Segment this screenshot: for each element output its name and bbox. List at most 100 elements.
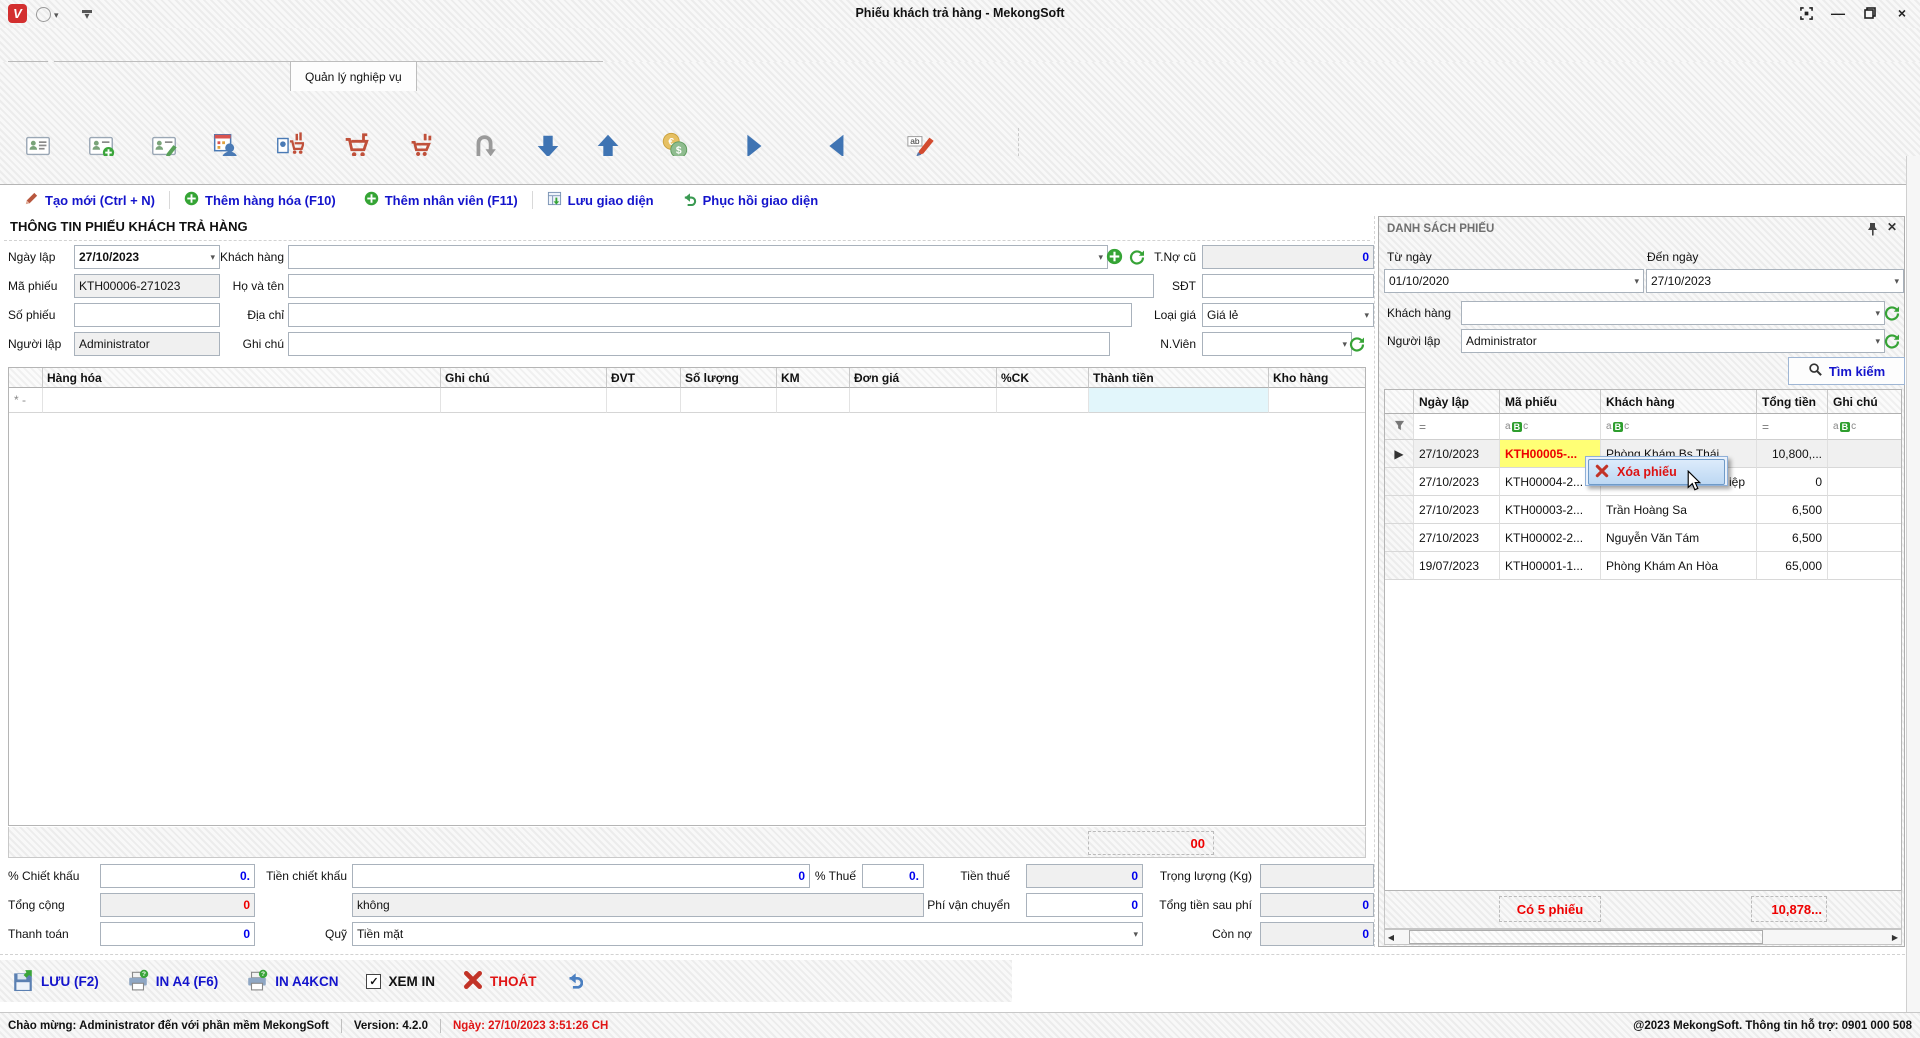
save-layout-button[interactable]: Lưu giao diện <box>533 191 668 209</box>
close-icon[interactable]: × <box>1894 5 1910 21</box>
col-hang-hoa[interactable]: Hàng hóa <box>43 368 441 388</box>
panel-khach-hang-combo[interactable]: ▾ <box>1461 301 1885 325</box>
cell-total[interactable]: 10,800,... <box>1757 440 1828 468</box>
pct-thue-field[interactable]: 0. <box>862 864 924 888</box>
cell-date[interactable]: 27/10/2023 <box>1414 468 1500 496</box>
col-so-luong[interactable]: Số lượng <box>681 368 777 388</box>
cell-customer[interactable]: Trần Hoàng Sa <box>1601 496 1757 524</box>
exit-button[interactable]: THOÁT <box>463 970 537 993</box>
scrollbar-thumb[interactable] <box>1409 930 1763 944</box>
chevron-down-icon[interactable]: ▾ <box>1133 929 1138 940</box>
tien-chiet-khau-field[interactable]: 0 <box>352 864 810 888</box>
thanh-toan-field[interactable]: 0 <box>100 922 255 946</box>
filter-ma-phieu[interactable]: aBc <box>1500 414 1601 440</box>
col-tong-tien[interactable]: Tổng tiền <box>1757 390 1828 414</box>
phi-van-chuyen-field[interactable]: 0 <box>1026 893 1143 917</box>
cell-total[interactable]: 6,500 <box>1757 524 1828 552</box>
chevron-down-icon[interactable]: ▾ <box>1342 339 1347 350</box>
horizontal-scrollbar[interactable]: ◀ ▶ <box>1384 929 1902 945</box>
col-km[interactable]: KM <box>777 368 850 388</box>
cell-note[interactable] <box>1828 524 1901 552</box>
filter-ngay-lap[interactable]: = <box>1414 414 1500 440</box>
cell-customer[interactable]: Phòng Khám An Hòa <box>1601 552 1757 580</box>
filter-khach-hang[interactable]: aBc <box>1601 414 1757 440</box>
undo-button[interactable] <box>565 971 583 992</box>
cell-code[interactable]: KTH00001-1... <box>1500 552 1601 580</box>
add-item-button[interactable]: Thêm hàng hóa (F10) <box>170 191 350 209</box>
close-panel-icon[interactable]: ✕ <box>1887 220 1897 234</box>
sdt-field[interactable] <box>1202 274 1374 298</box>
new-row-cell-thanh-tien[interactable] <box>1089 388 1269 413</box>
chevron-down-icon[interactable]: ▾ <box>1894 276 1899 287</box>
chevron-down-icon[interactable]: ▾ <box>1875 336 1880 347</box>
col-ghi-chu[interactable]: Ghi chú <box>1828 390 1901 414</box>
cell-note[interactable] <box>1828 440 1901 468</box>
cell-customer[interactable]: Nguyễn Văn Tám <box>1601 524 1757 552</box>
ho-va-ten-field[interactable] <box>288 274 1154 298</box>
col-khach-hang[interactable]: Khách hàng <box>1601 390 1757 414</box>
minimize-icon[interactable]: — <box>1830 5 1846 21</box>
panel-nguoi-lap-combo[interactable]: Administrator▾ <box>1461 329 1885 353</box>
cell-total[interactable]: 65,000 <box>1757 552 1828 580</box>
col-kho-hang[interactable]: Kho hàng <box>1269 368 1365 388</box>
col-pct-ck[interactable]: %CK <box>997 368 1089 388</box>
refresh-icon[interactable] <box>1883 332 1900 349</box>
chevron-down-icon[interactable]: ▾ <box>1875 308 1880 319</box>
col-ma-phieu[interactable]: Mã phiếu <box>1500 390 1601 414</box>
pct-chiet-khau-field[interactable]: 0. <box>100 864 255 888</box>
scroll-left-icon[interactable]: ◀ <box>1385 933 1397 942</box>
chevron-down-icon[interactable]: ▾ <box>1634 276 1639 287</box>
cell-date[interactable]: 27/10/2023 <box>1414 496 1500 524</box>
new-row-cell[interactable] <box>441 388 607 413</box>
refresh-icon[interactable] <box>1883 304 1900 321</box>
search-button[interactable]: Tìm kiếm <box>1788 357 1905 385</box>
items-grid[interactable]: Hàng hóa Ghi chú ĐVT Số lượng KM Đơn giá… <box>8 367 1366 826</box>
scroll-right-icon[interactable]: ▶ <box>1889 933 1901 942</box>
col-ngay-lap[interactable]: Ngày lập <box>1414 390 1500 414</box>
pin-icon[interactable] <box>1867 222 1878 239</box>
cell-total[interactable]: 0 <box>1757 468 1828 496</box>
add-staff-button[interactable]: Thêm nhân viên (F11) <box>350 191 532 209</box>
ngay-lap-field[interactable]: 27/10/2023▾ <box>74 245 220 269</box>
new-row-cell[interactable] <box>43 388 441 413</box>
funnel-icon[interactable] <box>1394 420 1405 434</box>
tab-quan-ly-nghiep-vu[interactable]: Quản lý nghiệp vụ <box>290 61 417 91</box>
preview-checkbox-group[interactable]: ✓ XEM IN <box>366 974 435 989</box>
chevron-down-icon[interactable]: ▾ <box>1364 310 1369 321</box>
new-row-cell[interactable] <box>850 388 997 413</box>
cell-date[interactable]: 27/10/2023 <box>1414 440 1500 468</box>
print-a4kcn-button[interactable]: ? IN A4KCN <box>246 969 338 994</box>
cell-code[interactable]: KTH00002-2... <box>1500 524 1601 552</box>
refresh-icon[interactable] <box>1128 248 1145 265</box>
den-ngay-field[interactable]: 27/10/2023▾ <box>1646 269 1904 293</box>
loai-gia-combo[interactable]: Giá lẻ▾ <box>1202 303 1374 327</box>
checkbox-checked-icon[interactable]: ✓ <box>366 974 381 989</box>
tu-ngay-field[interactable]: 01/10/2020▾ <box>1384 269 1644 293</box>
cell-note[interactable] <box>1828 496 1901 524</box>
add-customer-icon[interactable] <box>1106 248 1123 265</box>
new-button[interactable]: Tạo mới (Ctrl + N) <box>10 191 169 209</box>
vertical-scroll-strip[interactable] <box>1906 156 1920 1012</box>
fullscreen-icon[interactable] <box>1798 5 1814 21</box>
dia-chi-field[interactable] <box>288 303 1132 327</box>
n-vien-combo[interactable]: ▾ <box>1202 332 1352 356</box>
print-a4-button[interactable]: ? IN A4 (F6) <box>127 969 219 994</box>
khach-hang-combo[interactable]: ▾ <box>288 245 1108 269</box>
filter-ghi-chu[interactable]: aBc <box>1828 414 1901 440</box>
restore-layout-button[interactable]: Phục hồi giao diện <box>668 191 833 209</box>
context-menu-item-delete[interactable]: Xóa phiếu <box>1588 459 1725 485</box>
cell-date[interactable]: 27/10/2023 <box>1414 524 1500 552</box>
cell-code[interactable]: KTH00003-2... <box>1500 496 1601 524</box>
so-phieu-field[interactable] <box>74 303 220 327</box>
quy-combo[interactable]: Tiền mặt▾ <box>352 922 1143 946</box>
new-row-cell[interactable] <box>1269 388 1365 413</box>
new-row-cell[interactable] <box>997 388 1089 413</box>
col-thanh-tien[interactable]: Thành tiền <box>1089 368 1269 388</box>
cell-date[interactable]: 19/07/2023 <box>1414 552 1500 580</box>
restore-icon[interactable] <box>1862 5 1878 21</box>
chevron-down-icon[interactable]: ▾ <box>1098 252 1103 263</box>
col-don-gia[interactable]: Đơn giá <box>850 368 997 388</box>
new-row-cell[interactable] <box>607 388 681 413</box>
cell-note[interactable] <box>1828 552 1901 580</box>
new-row-cell[interactable] <box>777 388 850 413</box>
